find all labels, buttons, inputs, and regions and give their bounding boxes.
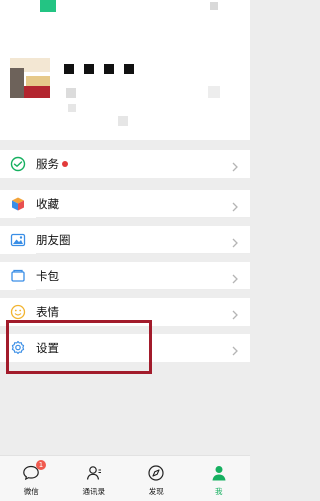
divider [36,217,250,218]
tab-label: 发现 [148,487,164,496]
name-pixel [84,64,94,74]
settings-highlight-box [6,320,152,374]
person-icon [210,464,228,482]
tab-chats[interactable]: 1 微信 [0,456,63,501]
menu-item-label: 卡包 [36,269,59,283]
avatar-pixel [10,68,24,98]
subtitle-pixel [118,116,128,126]
bottom-tab-bar: 1 微信 通讯录 发现 我 [0,455,250,501]
divider [36,253,250,254]
profile-header[interactable] [0,0,250,140]
compass-icon [147,464,165,482]
name-pixel [64,64,74,74]
qr-code-pixel[interactable] [208,86,220,98]
chevron-right-icon [230,158,240,172]
avatar-pixel [24,86,50,98]
tab-label: 通讯录 [82,487,106,496]
name-pixel [104,64,114,74]
menu-item-label: 朋友圈 [36,233,71,247]
subtitle-pixel [68,104,76,112]
chevron-right-icon [230,270,240,284]
menu-item-services[interactable]: 服务 [0,150,250,178]
menu-item-card-pack[interactable]: 卡包 [0,262,250,290]
unread-badge: 1 [36,460,46,470]
image-icon [10,232,26,248]
menu-item-favorites[interactable]: 收藏 [0,190,250,218]
tab-contacts[interactable]: 通讯录 [63,456,126,501]
status-pixel [40,0,56,12]
wallet-icon [10,156,26,172]
chevron-right-icon [230,306,240,320]
menu-item-moments[interactable]: 朋友圈 [0,226,250,254]
avatar[interactable] [10,58,50,98]
tab-label: 微信 [23,487,39,496]
tab-discover[interactable]: 发现 [125,456,188,501]
menu-item-label: 服务 [36,157,59,171]
tab-label: 我 [215,487,223,496]
subtitle-pixel [66,88,76,98]
smile-icon [10,304,26,320]
notification-dot [62,161,68,167]
tab-me[interactable]: 我 [188,456,251,501]
card-icon [10,268,26,284]
cube-icon [10,196,26,212]
status-pixel [210,2,218,10]
contacts-icon [85,464,103,482]
menu-item-label: 表情 [36,305,59,319]
chevron-right-icon [230,342,240,356]
name-pixel [124,64,134,74]
chevron-right-icon [230,198,240,212]
divider [36,289,250,290]
menu-item-label: 收藏 [36,197,59,211]
chevron-right-icon [230,234,240,248]
